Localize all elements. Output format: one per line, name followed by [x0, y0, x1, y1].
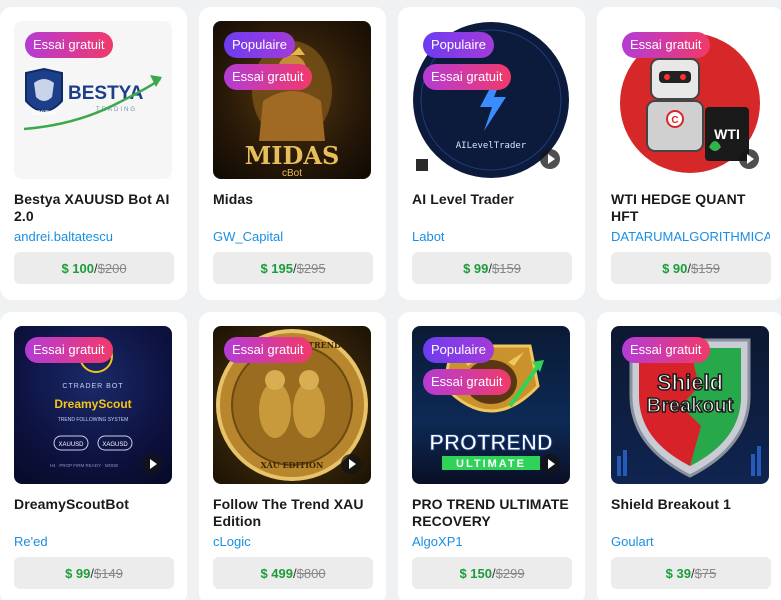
product-title[interactable]: DreamyScoutBot [14, 496, 173, 530]
badge-group: Essai gratuit [224, 337, 312, 363]
product-thumbnail[interactable]: C WTI Essai gratuit [611, 21, 769, 179]
product-thumbnail[interactable]: Shield Breakout Essai gratuit [611, 326, 769, 484]
author-link[interactable]: DATARUMALGORITHMICA [611, 229, 770, 246]
logo-text: TREND FOLLOWING SYSTEM [58, 417, 129, 423]
badge-group: Essai gratuit [25, 337, 113, 363]
free-trial-badge: Essai gratuit [224, 337, 312, 363]
logo-text: H4 · PROP FIRM READY · MODE [50, 463, 119, 468]
free-trial-badge: Essai gratuit [622, 337, 710, 363]
author-link[interactable]: Goulart [611, 534, 770, 551]
current-price: $ 150 [459, 565, 492, 581]
product-card[interactable]: AILevelTrader Populaire Essai gratuit AI… [398, 7, 585, 300]
play-video-icon[interactable] [142, 454, 162, 474]
badge-group: Populaire Essai gratuit [224, 32, 312, 90]
popular-badge: Populaire [423, 32, 494, 58]
product-title[interactable]: Shield Breakout 1 [611, 496, 770, 530]
author-link[interactable]: GW_Capital [213, 229, 372, 246]
current-price: $ 99 [65, 565, 91, 581]
free-trial-badge: Essai gratuit [25, 337, 113, 363]
product-card[interactable]: C WTI Essai gratuit WTI HEDGE QUANT HFT … [597, 7, 781, 300]
logo-text: DreamyScout [54, 397, 131, 411]
price-button[interactable]: $ 90 / $159 [611, 252, 771, 284]
product-card[interactable]: CTRADER BOT DreamyScout TREND FOLLOWING … [0, 312, 187, 600]
logo-text: XAU EDITION [261, 460, 324, 470]
play-video-icon[interactable] [540, 454, 560, 474]
author-link[interactable]: Labot [412, 229, 571, 246]
original-price: $299 [495, 565, 525, 581]
product-grid: BESTYA BESTYA TRADING Essai gratuit Best… [0, 7, 781, 600]
play-video-icon[interactable] [739, 149, 759, 169]
product-thumbnail[interactable]: MIDAS cBot Populaire Essai gratuit [213, 21, 371, 179]
author-link[interactable]: cLogic [213, 534, 372, 551]
badge-group: Populaire Essai gratuit [423, 337, 511, 395]
free-trial-badge: Essai gratuit [423, 369, 511, 395]
current-price: $ 499 [260, 565, 293, 581]
free-trial-badge: Essai gratuit [423, 64, 511, 90]
price-button[interactable]: $ 100 / $200 [14, 252, 174, 284]
product-thumbnail[interactable]: FOLLOW THE TREND XAU EDITION Essai gratu… [213, 326, 371, 484]
logo-text: PROTREND [429, 430, 552, 455]
current-price: $ 99 [463, 260, 489, 276]
logo-text: XAGUSD [102, 442, 128, 448]
logo-text: Breakout [647, 395, 734, 417]
product-card[interactable]: PROTREND ULTIMATE Populaire Essai gratui… [398, 312, 585, 600]
original-price: $149 [94, 565, 123, 581]
logo-text: XAUUSD [58, 442, 84, 448]
play-video-icon[interactable] [540, 149, 560, 169]
original-price: $159 [691, 260, 720, 276]
free-trial-badge: Essai gratuit [622, 32, 710, 58]
play-video-icon[interactable] [341, 454, 361, 474]
product-thumbnail[interactable]: PROTREND ULTIMATE Populaire Essai gratui… [412, 326, 570, 484]
logo-text: CTRADER BOT [62, 383, 123, 390]
price-button[interactable]: $ 99 / $159 [412, 252, 572, 284]
free-trial-badge: Essai gratuit [224, 64, 312, 90]
current-price: $ 90 [662, 260, 688, 276]
author-link[interactable]: AlgoXP1 [412, 534, 571, 551]
product-title[interactable]: Bestya XAUUSD Bot AI 2.0 [14, 191, 173, 225]
badge-group: Populaire Essai gratuit [423, 32, 511, 90]
original-price: $295 [296, 260, 326, 276]
logo-text: BESTYA [68, 83, 144, 104]
current-price: $ 39 [665, 565, 691, 581]
logo-text: C [671, 115, 678, 126]
product-card[interactable]: Shield Breakout Essai gratuit Shield Bre… [597, 312, 781, 600]
product-title[interactable]: WTI HEDGE QUANT HFT [611, 191, 770, 225]
product-card[interactable]: FOLLOW THE TREND XAU EDITION Essai gratu… [199, 312, 386, 600]
product-title[interactable]: AI Level Trader [412, 191, 571, 225]
current-price: $ 195 [260, 260, 293, 276]
original-price: $200 [97, 260, 127, 276]
original-price: $800 [296, 565, 326, 581]
badge-group: Essai gratuit [25, 32, 113, 58]
product-thumbnail[interactable]: CTRADER BOT DreamyScout TREND FOLLOWING … [14, 326, 172, 484]
original-price: $159 [492, 260, 521, 276]
logo-text: BESTYA [32, 111, 56, 117]
popular-badge: Populaire [224, 32, 295, 58]
product-thumbnail[interactable]: AILevelTrader Populaire Essai gratuit [412, 21, 570, 179]
author-link[interactable]: Re'ed [14, 534, 173, 551]
price-button[interactable]: $ 99 / $149 [14, 557, 174, 589]
product-title[interactable]: Midas [213, 191, 372, 225]
current-price: $ 100 [61, 260, 94, 276]
price-button[interactable]: $ 195 / $295 [213, 252, 373, 284]
author-link[interactable]: andrei.baltatescu [14, 229, 173, 246]
badge-group: Essai gratuit [622, 32, 710, 58]
logo-text: WTI [714, 126, 740, 142]
price-button[interactable]: $ 39 / $75 [611, 557, 771, 589]
logo-text: MIDAS [245, 141, 340, 170]
logo-text: ULTIMATE [456, 458, 526, 470]
popular-badge: Populaire [423, 337, 494, 363]
logo-text: AILevelTrader [456, 141, 527, 151]
product-card[interactable]: MIDAS cBot Populaire Essai gratuit Midas… [199, 7, 386, 300]
original-price: $75 [694, 565, 717, 581]
price-button[interactable]: $ 150 / $299 [412, 557, 572, 589]
product-card[interactable]: BESTYA BESTYA TRADING Essai gratuit Best… [0, 7, 187, 300]
logo-text: cBot [282, 168, 302, 179]
product-thumbnail[interactable]: BESTYA BESTYA TRADING Essai gratuit [14, 21, 172, 179]
logo-text: Shield [657, 370, 723, 395]
free-trial-badge: Essai gratuit [25, 32, 113, 58]
badge-group: Essai gratuit [622, 337, 710, 363]
product-title[interactable]: Follow The Trend XAU Edition [213, 496, 372, 530]
product-title[interactable]: PRO TREND ULTIMATE RECOVERY [412, 496, 571, 530]
price-button[interactable]: $ 499 / $800 [213, 557, 373, 589]
